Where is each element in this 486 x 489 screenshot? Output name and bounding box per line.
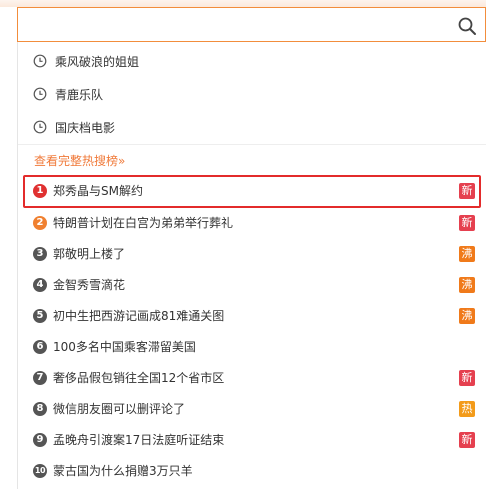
history-item[interactable]: 国庆档电影 [18, 113, 486, 143]
history-item-label: 国庆档电影 [55, 121, 116, 135]
history-item-label: 乘风破浪的姐姐 [55, 55, 140, 69]
hot-list-item[interactable]: 5 初中生把西游记画成81难通关图 沸 [18, 301, 486, 332]
hot-badge: 热 [459, 401, 475, 417]
rank-badge: 8 [33, 402, 47, 416]
rank-badge: 3 [33, 247, 47, 261]
rank-badge: 1 [33, 184, 47, 198]
top-strip [0, 0, 486, 7]
hot-list-item[interactable]: 7 奢侈品假包销往全国12个省市区 新 [18, 363, 486, 394]
history-item[interactable]: 乘风破浪的姐姐 [18, 47, 486, 77]
search-icon[interactable] [457, 16, 477, 36]
hot-list-item-label: 郭敬明上楼了 [53, 247, 126, 261]
hot-list-item-label: 蒙古国为什么捐赠3万只羊 [53, 464, 193, 478]
hot-list-item-label: 微信朋友圈可以删评论了 [53, 402, 186, 416]
rank-badge: 6 [33, 340, 47, 354]
boil-badge: 沸 [459, 308, 475, 324]
new-badge: 新 [459, 370, 475, 386]
hot-list-item-label: 孟晚舟引渡案17日法庭听证结束 [53, 433, 225, 447]
history-item[interactable]: 青鹿乐队 [18, 80, 486, 110]
rank-badge: 5 [33, 309, 47, 323]
clock-icon [33, 54, 47, 68]
hot-list-item[interactable]: 10 蒙古国为什么捐赠3万只羊 [18, 456, 486, 487]
hot-list-item-label: 100多名中国乘客滞留美国 [53, 340, 196, 354]
search-input[interactable] [26, 14, 450, 38]
new-badge: 新 [459, 183, 475, 199]
view-full-hot-list-link[interactable]: 查看完整热搜榜» [34, 152, 125, 170]
hot-list-item[interactable]: 1 郑秀晶与SM解约 新 [18, 176, 486, 207]
rank-badge: 2 [33, 216, 47, 230]
hot-list-item[interactable]: 8 微信朋友圈可以删评论了 热 [18, 394, 486, 425]
new-badge: 新 [459, 432, 475, 448]
hot-list-item-label: 郑秀晶与SM解约 [53, 184, 143, 198]
divider [18, 144, 486, 145]
search-suggestion-panel: 乘风破浪的姐姐 青鹿乐队 国庆档电影 查看完整热搜榜» 1 郑秀晶与SM解约 新… [17, 42, 486, 489]
rank-badge: 4 [33, 278, 47, 292]
new-badge: 新 [459, 215, 475, 231]
history-item-label: 青鹿乐队 [55, 88, 104, 102]
clock-icon [33, 87, 47, 101]
boil-badge: 沸 [459, 277, 475, 293]
hot-list-item[interactable]: 3 郭敬明上楼了 沸 [18, 239, 486, 270]
rank-badge: 7 [33, 371, 47, 385]
hot-list-item-label: 金智秀雪滴花 [53, 278, 126, 292]
hot-list-item[interactable]: 2 特朗普计划在白宫为弟弟举行葬礼 新 [18, 208, 486, 239]
hot-list-item-label: 奢侈品假包销往全国12个省市区 [53, 371, 225, 385]
hot-list-item-label: 特朗普计划在白宫为弟弟举行葬礼 [53, 216, 234, 230]
rank-badge: 9 [33, 433, 47, 447]
hot-list-item-label: 初中生把西游记画成81难通关图 [53, 309, 225, 323]
hot-list-item[interactable]: 4 金智秀雪滴花 沸 [18, 270, 486, 301]
boil-badge: 沸 [459, 246, 475, 262]
hot-list-item[interactable]: 9 孟晚舟引渡案17日法庭听证结束 新 [18, 425, 486, 456]
hot-list-item[interactable]: 6 100多名中国乘客滞留美国 [18, 332, 486, 363]
clock-icon [33, 120, 47, 134]
search-box[interactable] [17, 7, 486, 42]
rank-badge: 10 [33, 464, 47, 478]
